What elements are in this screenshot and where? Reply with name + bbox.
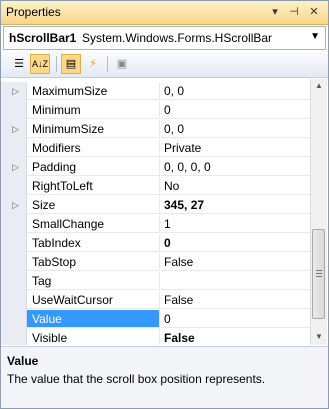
description-panel: Value The value that the scroll box posi… xyxy=(1,346,328,408)
scrollbar-thumb[interactable] xyxy=(312,229,325,319)
property-name[interactable]: Modifiers xyxy=(27,139,160,157)
row-gutter xyxy=(1,177,27,196)
row-gutter xyxy=(1,139,27,158)
window-position-icon[interactable]: ▾ xyxy=(267,4,283,20)
property-name[interactable]: TabIndex xyxy=(27,234,160,252)
property-row[interactable]: Modifiers Private xyxy=(1,139,310,158)
object-type: System.Windows.Forms.HScrollBar xyxy=(82,31,273,45)
property-name[interactable]: SmallChange xyxy=(27,215,160,233)
object-selector[interactable]: hScrollBar1 System.Windows.Forms.HScroll… xyxy=(3,26,326,50)
property-name[interactable]: Visible xyxy=(27,329,160,345)
property-row[interactable]: Visible False xyxy=(1,329,310,345)
categorized-icon[interactable]: ☰ xyxy=(9,54,29,74)
expand-icon[interactable]: ▷ xyxy=(12,200,19,211)
property-name[interactable]: MaximumSize xyxy=(27,82,160,100)
row-gutter xyxy=(1,101,27,120)
property-name[interactable]: Size xyxy=(27,196,160,214)
property-value[interactable] xyxy=(161,272,310,290)
property-row[interactable]: Value 0 xyxy=(1,310,310,329)
property-value[interactable]: False xyxy=(161,291,310,309)
toolbar: ☰ A↓Z ▤ ⚡ ▣ xyxy=(1,51,328,78)
row-gutter: ▷ xyxy=(1,82,27,101)
property-value[interactable]: 0, 0 xyxy=(161,82,310,100)
row-gutter: ▷ xyxy=(1,120,27,139)
property-pages-icon[interactable]: ▣ xyxy=(112,54,132,74)
property-row[interactable]: ▷ MaximumSize 0, 0 xyxy=(1,82,310,101)
row-gutter: ▷ xyxy=(1,196,27,215)
toolbar-separator xyxy=(107,56,108,72)
property-name[interactable]: Tag xyxy=(27,272,160,290)
property-name[interactable]: Padding xyxy=(27,158,160,176)
close-icon[interactable]: ✕ xyxy=(306,4,322,20)
property-row[interactable]: ▷ Size 345, 27 xyxy=(1,196,310,215)
title-bar[interactable]: Properties ▾ ⊣ ✕ xyxy=(1,1,328,25)
property-row[interactable]: UseWaitCursor False xyxy=(1,291,310,310)
property-value[interactable]: No xyxy=(161,177,310,195)
property-row[interactable]: ▷ MinimumSize 0, 0 xyxy=(1,120,310,139)
property-value[interactable]: 345, 27 xyxy=(161,196,310,214)
expand-icon[interactable]: ▷ xyxy=(12,86,19,97)
property-value[interactable]: 0 xyxy=(161,310,310,328)
property-value[interactable]: False xyxy=(161,329,310,345)
object-name: hScrollBar1 xyxy=(9,31,77,45)
properties-window: Properties ▾ ⊣ ✕ hScrollBar1 System.Wind… xyxy=(0,0,329,409)
toolbar-separator xyxy=(56,56,57,72)
description-title: Value xyxy=(7,354,39,368)
property-row[interactable]: ▷ Padding 0, 0, 0, 0 xyxy=(1,158,310,177)
property-value[interactable]: 0 xyxy=(161,234,310,252)
property-value[interactable]: 1 xyxy=(161,215,310,233)
property-row[interactable]: Minimum 0 xyxy=(1,101,310,120)
property-name[interactable]: MinimumSize xyxy=(27,120,160,138)
property-row[interactable]: SmallChange 1 xyxy=(1,215,310,234)
row-gutter xyxy=(1,291,27,310)
property-value[interactable]: 0 xyxy=(161,101,310,119)
row-gutter xyxy=(1,215,27,234)
window-title: Properties xyxy=(6,5,61,19)
vertical-scrollbar[interactable]: ▲ ▼ xyxy=(310,79,327,345)
auto-hide-icon[interactable]: ⊣ xyxy=(286,4,302,20)
row-gutter xyxy=(1,310,27,329)
row-gutter xyxy=(1,234,27,253)
property-value[interactable]: Private xyxy=(161,139,310,157)
property-row[interactable]: Tag xyxy=(1,272,310,291)
property-value[interactable]: False xyxy=(161,253,310,271)
scroll-down-icon[interactable]: ▼ xyxy=(315,332,323,341)
row-gutter: ▷ xyxy=(1,158,27,177)
property-row[interactable]: TabIndex 0 xyxy=(1,234,310,253)
property-name[interactable]: RightToLeft xyxy=(27,177,160,195)
events-icon[interactable]: ⚡ xyxy=(83,54,103,74)
property-name[interactable]: UseWaitCursor xyxy=(27,291,160,309)
property-name[interactable]: TabStop xyxy=(27,253,160,271)
property-grid: ▷ MaximumSize 0, 0 Minimum 0 ▷ MinimumSize 0, 0… xyxy=(1,79,310,345)
property-row[interactable]: RightToLeft No xyxy=(1,177,310,196)
row-gutter xyxy=(1,329,27,345)
row-gutter xyxy=(1,253,27,272)
scroll-up-icon[interactable]: ▲ xyxy=(315,81,323,90)
expand-icon[interactable]: ▷ xyxy=(12,124,19,135)
property-value[interactable]: 0, 0 xyxy=(161,120,310,138)
alphabetical-icon[interactable]: A↓Z xyxy=(30,54,50,74)
property-name[interactable]: Value xyxy=(27,310,160,328)
properties-icon[interactable]: ▤ xyxy=(61,54,81,74)
property-value[interactable]: 0, 0, 0, 0 xyxy=(161,158,310,176)
property-name[interactable]: Minimum xyxy=(27,101,160,119)
chevron-down-icon[interactable]: ▼ xyxy=(310,31,320,42)
property-row[interactable]: TabStop False xyxy=(1,253,310,272)
description-text: The value that the scroll box position r… xyxy=(7,372,266,386)
expand-icon[interactable]: ▷ xyxy=(12,162,19,173)
row-gutter xyxy=(1,272,27,291)
